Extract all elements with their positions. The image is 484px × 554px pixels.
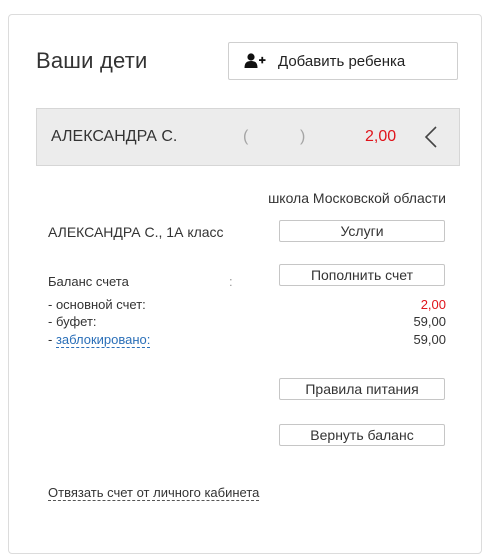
add-user-icon <box>244 53 266 69</box>
add-child-label: Добавить ребенка <box>278 52 406 70</box>
main-account-value: 2,00 <box>420 297 446 312</box>
student-class: АЛЕКСАНДРА С., 1А класс <box>48 224 224 240</box>
buffet-label: - буфет: <box>48 314 97 329</box>
return-balance-button[interactable]: Вернуть баланс <box>279 424 445 446</box>
child-balance: 2,00 <box>365 128 397 145</box>
chevron-left-icon[interactable] <box>423 125 439 154</box>
add-child-button[interactable]: Добавить ребенка <box>228 42 458 80</box>
child-name: АЛЕКСАНДРА С. <box>51 128 178 145</box>
main-account-label: - основной счет: <box>48 297 146 312</box>
blocked-prefix: - <box>48 332 56 347</box>
services-button[interactable]: Услуги <box>279 220 445 242</box>
blocked-link[interactable]: заблокировано: <box>55 332 151 348</box>
paren-close: ) <box>300 128 306 145</box>
top-up-button[interactable]: Пополнить счет <box>279 264 445 286</box>
balance-colon: : <box>229 274 233 289</box>
child-accordion-header[interactable]: АЛЕКСАНДРА С. ( ) 2,00 <box>36 108 460 166</box>
paren-open: ( <box>243 128 249 145</box>
blocked-label: - заблокировано: <box>48 332 151 348</box>
school-name: школа Московской области <box>268 190 446 206</box>
buffet-value: 59,00 <box>413 314 446 329</box>
blocked-value: 59,00 <box>413 332 446 347</box>
meal-rules-button[interactable]: Правила питания <box>279 378 445 400</box>
page-title: Ваши дети <box>36 48 148 73</box>
balance-label: Баланс счета <box>48 274 129 289</box>
unlink-account-link[interactable]: Отвязать счет от личного кабинета <box>48 485 260 501</box>
